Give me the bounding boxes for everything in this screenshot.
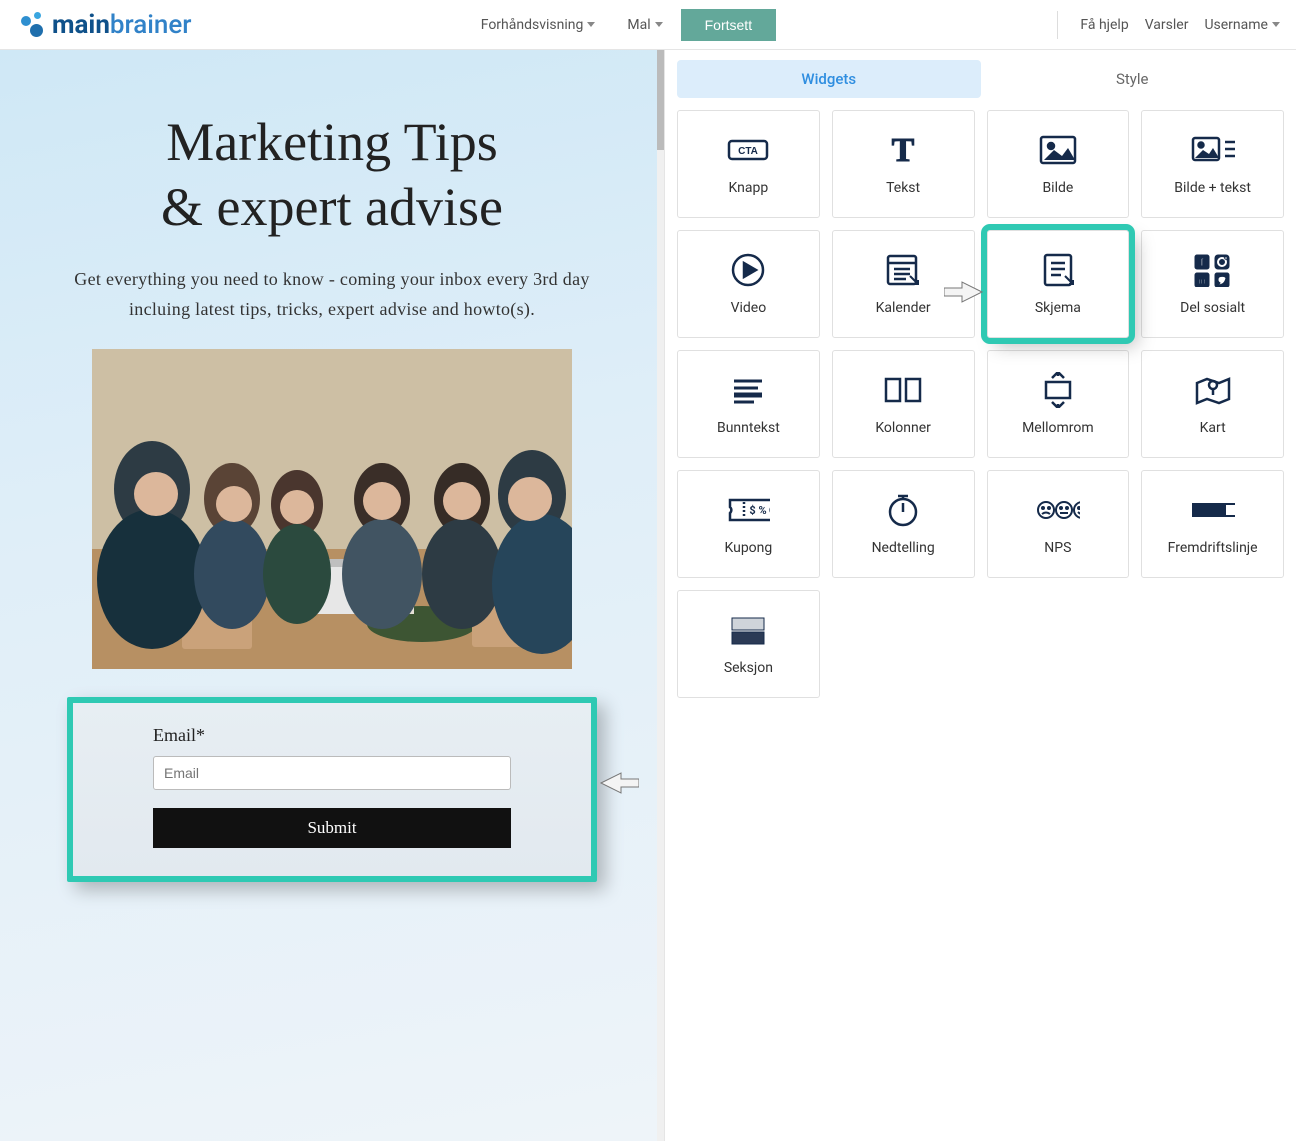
widget-skjema[interactable]: Skjema xyxy=(987,230,1130,338)
nedtelling-icon xyxy=(881,492,925,528)
widget-tekst[interactable]: T Tekst xyxy=(832,110,975,218)
brand-text-1: main xyxy=(52,10,110,40)
widget-grid: CTA Knapp T Tekst Bilde Bilde + tekst Video Kal… xyxy=(677,110,1284,698)
widget-label: Knapp xyxy=(729,180,769,196)
divider xyxy=(1057,11,1058,39)
nav-template-label: Mal xyxy=(627,17,650,33)
widget-label: Kart xyxy=(1200,420,1226,436)
del-sosialt-icon: f in xyxy=(1191,252,1235,288)
widget-kolonner[interactable]: Kolonner xyxy=(832,350,975,458)
form-email-input[interactable] xyxy=(153,756,511,790)
topbar: mainbrainer Forhåndsvisning Mal Fortsett… xyxy=(0,0,1296,50)
form-submit-button[interactable]: Submit xyxy=(153,808,511,848)
skjema-icon xyxy=(1036,252,1080,288)
widget-label: Kalender xyxy=(876,300,931,316)
widget-label: Kupong xyxy=(724,540,772,556)
nav-alerts[interactable]: Varsler xyxy=(1145,17,1189,33)
canvas-scrollbar[interactable] xyxy=(657,50,664,1141)
widget-label: Bilde + tekst xyxy=(1174,180,1251,196)
widget-label: Fremdriftslinje xyxy=(1168,540,1258,556)
widget-bilde-tekst[interactable]: Bilde + tekst xyxy=(1141,110,1284,218)
topnav-center: Forhåndsvisning Mal Fortsett xyxy=(467,9,776,41)
bilde-tekst-icon xyxy=(1191,132,1235,168)
widget-fremdrift[interactable]: Fremdriftslinje xyxy=(1141,470,1284,578)
editor-canvas[interactable]: Marketing Tips & expert advise Get every… xyxy=(0,50,665,1141)
widget-label: NPS xyxy=(1044,540,1071,556)
nav-help[interactable]: Få hjelp xyxy=(1080,17,1128,33)
bilde-icon xyxy=(1036,132,1080,168)
chevron-down-icon xyxy=(587,22,595,27)
widget-label: Bunntekst xyxy=(717,420,780,436)
knapp-icon: CTA xyxy=(726,132,770,168)
widget-bilde[interactable]: Bilde xyxy=(987,110,1130,218)
widget-nps[interactable]: NPS xyxy=(987,470,1130,578)
widgets-sidebar: Widgets Style CTA Knapp T Tekst Bilde Bilde +… xyxy=(665,50,1296,1141)
widget-kalender[interactable]: Kalender xyxy=(832,230,975,338)
svg-text:f: f xyxy=(1200,257,1204,269)
fremdrift-icon xyxy=(1191,492,1235,528)
nav-preview[interactable]: Forhåndsvisning xyxy=(467,11,610,39)
widget-label: Nedtelling xyxy=(872,540,935,556)
page-headline: Marketing Tips & expert advise xyxy=(30,110,634,240)
widget-label: Tekst xyxy=(886,180,920,196)
widget-label: Mellomrom xyxy=(1022,420,1094,436)
nav-template[interactable]: Mal xyxy=(613,11,676,39)
mellomrom-icon xyxy=(1036,372,1080,408)
svg-text:in: in xyxy=(1198,276,1206,286)
kart-icon xyxy=(1191,372,1235,408)
widget-label: Kolonner xyxy=(875,420,931,436)
topnav-right: Få hjelp Varsler Username xyxy=(1051,11,1280,39)
kolonner-icon xyxy=(881,372,925,408)
seksjon-icon xyxy=(726,612,770,648)
scrollbar-thumb[interactable] xyxy=(657,50,664,150)
widget-video[interactable]: Video xyxy=(677,230,820,338)
headline-line2: & expert advise xyxy=(161,177,503,237)
headline-line1: Marketing Tips xyxy=(166,112,498,172)
svg-text:T: T xyxy=(892,133,915,167)
widget-label: Video xyxy=(731,300,767,316)
widget-del-sosialt[interactable]: f in Del sosialt xyxy=(1141,230,1284,338)
widget-nedtelling[interactable]: Nedtelling xyxy=(832,470,975,578)
continue-button[interactable]: Fortsett xyxy=(681,9,776,41)
widget-label: Seksjon xyxy=(724,660,773,676)
brand-text-2: brainer xyxy=(110,10,192,40)
widget-mellomrom[interactable]: Mellomrom xyxy=(987,350,1130,458)
widget-bunntekst[interactable]: Bunntekst xyxy=(677,350,820,458)
main-content: Marketing Tips & expert advise Get every… xyxy=(0,50,1296,1141)
widget-label: Bilde xyxy=(1042,180,1073,196)
kupong-icon: $ % xyxy=(726,492,770,528)
sidebar-tabs: Widgets Style xyxy=(677,60,1284,98)
bunntekst-icon xyxy=(726,372,770,408)
tekst-icon: T xyxy=(881,132,925,168)
chevron-down-icon xyxy=(1272,22,1280,27)
widget-label: Skjema xyxy=(1035,300,1081,316)
brand-logo[interactable]: mainbrainer xyxy=(16,10,191,40)
widget-kupong[interactable]: $ % Kupong xyxy=(677,470,820,578)
canvas-page: Marketing Tips & expert advise Get every… xyxy=(0,50,664,922)
nav-username[interactable]: Username xyxy=(1204,17,1280,33)
nps-icon xyxy=(1036,492,1080,528)
chevron-down-icon xyxy=(655,22,663,27)
kalender-icon xyxy=(881,252,925,288)
tab-widgets[interactable]: Widgets xyxy=(677,60,981,98)
brand-mark-icon xyxy=(16,10,46,40)
widget-seksjon[interactable]: Seksjon xyxy=(677,590,820,698)
video-icon xyxy=(726,252,770,288)
form-widget-highlight[interactable]: Email* Submit xyxy=(67,697,597,882)
pointer-arrow-icon xyxy=(599,769,639,801)
page-subhead: Get everything you need to know - coming… xyxy=(52,264,612,325)
widget-knapp[interactable]: CTA Knapp xyxy=(677,110,820,218)
svg-text:CTA: CTA xyxy=(738,146,758,157)
tab-style[interactable]: Style xyxy=(981,60,1285,98)
svg-text:$ %: $ % xyxy=(750,504,767,517)
hero-image xyxy=(92,349,572,669)
nav-preview-label: Forhåndsvisning xyxy=(481,17,584,33)
nav-username-label: Username xyxy=(1204,17,1268,33)
form-email-label: Email* xyxy=(153,725,511,746)
widget-label: Del sosialt xyxy=(1180,300,1245,316)
widget-kart[interactable]: Kart xyxy=(1141,350,1284,458)
